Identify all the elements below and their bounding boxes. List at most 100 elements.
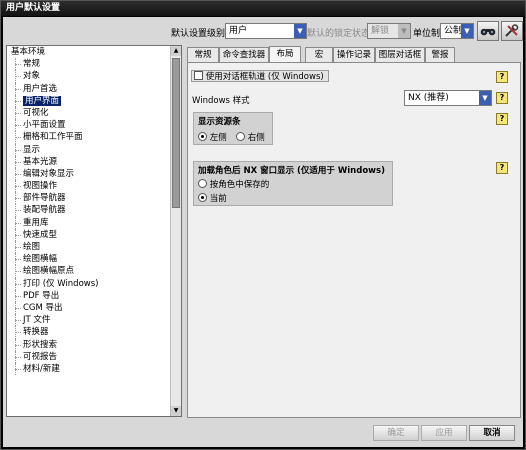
- role-saved-radio[interactable]: [198, 179, 207, 188]
- tree-item[interactable]: 基本光源: [7, 155, 171, 169]
- left-label: 左侧: [209, 133, 227, 143]
- tree-item-label: 打印 (仅 Windows): [23, 278, 99, 289]
- resource-bar-right-option[interactable]: 右侧: [236, 131, 265, 143]
- tree-item[interactable]: 用户首选: [7, 82, 171, 95]
- tree-item-label: 视图操作: [23, 181, 58, 192]
- windows-style-select[interactable]: NX (推荐) ▼: [404, 90, 492, 106]
- category-tree[interactable]: 基本环境 常规 对象 用户首选 用户界面 可视化小平面设置 栅格和工作平面 显示 基本光源 编辑对…: [6, 45, 182, 417]
- binoculars-icon: [480, 28, 496, 36]
- tree-scrollbar[interactable]: ▲ ▼: [170, 46, 181, 416]
- tree-item[interactable]: 绘图横幅原点: [7, 265, 171, 278]
- help-icon[interactable]: ?: [496, 71, 508, 83]
- dialog-track-option[interactable]: 使用对话框轨道 (仅 Windows): [191, 70, 329, 82]
- resource-bar-left-option[interactable]: 左侧: [198, 131, 227, 143]
- cancel-button[interactable]: 取消: [469, 425, 515, 441]
- tree-item-label: 编辑对象显示: [23, 168, 75, 179]
- find-button[interactable]: [477, 21, 499, 41]
- help-icon[interactable]: ?: [496, 162, 508, 174]
- unit-label: 单位制: [413, 29, 441, 39]
- tab-layout[interactable]: 布局: [269, 46, 301, 63]
- tree-item-label: JT 文件: [23, 315, 51, 326]
- tree-item[interactable]: 材料/新建: [7, 362, 171, 376]
- tab-macro[interactable]: 宏: [305, 47, 333, 62]
- role-saved-label: 按角色中保存的: [209, 180, 270, 190]
- tree-item[interactable]: 可视化: [7, 106, 171, 120]
- tree-item-label: 用户首选: [23, 83, 58, 94]
- current-radio[interactable]: [198, 193, 207, 202]
- tree-item[interactable]: 常规: [7, 58, 171, 71]
- tree-item-label: 栅格和工作平面: [23, 132, 83, 143]
- tree-item-label: 用户界面: [23, 95, 62, 106]
- tree-item[interactable]: 打印 (仅 Windows): [7, 277, 171, 290]
- tab-command-finder[interactable]: 命令查找器: [219, 47, 269, 62]
- tab-general[interactable]: 常规: [187, 47, 219, 62]
- tree-item-label: 基本环境: [11, 47, 46, 57]
- tree-item-label: 装配导航器: [23, 205, 66, 216]
- apply-button[interactable]: 应用: [421, 425, 467, 441]
- help-icon[interactable]: ?: [496, 92, 508, 104]
- scroll-up-icon[interactable]: ▲: [171, 46, 181, 56]
- tree-item[interactable]: 编辑对象显示: [7, 167, 171, 181]
- help-icon[interactable]: ?: [496, 113, 508, 125]
- chevron-down-icon[interactable]: ▼: [294, 24, 306, 38]
- tree-item[interactable]: 装配导航器: [7, 204, 171, 217]
- resource-bar-title: 显示资源条: [198, 117, 241, 127]
- scroll-down-icon[interactable]: ▼: [171, 406, 181, 416]
- tree-item[interactable]: PDF 导出: [7, 289, 171, 303]
- level-value: 用户: [229, 26, 248, 36]
- tree-item[interactable]: 快速成型: [7, 228, 171, 242]
- tree-item-label: 绘图横幅: [23, 254, 58, 265]
- tree-item[interactable]: 栅格和工作平面: [7, 131, 171, 144]
- tree-item-label: 部件导航器: [23, 193, 66, 204]
- lock-select: 解锁 ▼: [367, 23, 411, 39]
- dialog-window: 用户默认设置 默认设置级别 用户 ▼ 默认的锁定状态 解锁 ▼ 单位制 公制 ▼: [0, 0, 526, 450]
- chevron-down-icon[interactable]: ▼: [479, 91, 491, 105]
- level-select[interactable]: 用户 ▼: [225, 23, 307, 39]
- role-saved-option[interactable]: 按角色中保存的: [198, 178, 269, 190]
- tree-item[interactable]: 对象: [7, 70, 171, 83]
- tree-item[interactable]: 重用库: [7, 216, 171, 230]
- tree-item[interactable]: 视图操作: [7, 180, 171, 193]
- tree-item-label: 重用库: [23, 217, 49, 228]
- tab-journal[interactable]: 操作记录: [333, 47, 375, 62]
- chevron-down-icon: ▼: [398, 24, 410, 38]
- tree-item[interactable]: 可视报告: [7, 350, 171, 364]
- current-label: 当前: [209, 194, 227, 204]
- tree-item[interactable]: 显示: [7, 143, 171, 156]
- layout-panel: 使用对话框轨道 (仅 Windows) ? Windows 样式 NX (推荐)…: [187, 62, 521, 418]
- unit-value: 公制: [444, 26, 463, 36]
- window-title: 用户默认设置: [1, 1, 525, 16]
- ok-button[interactable]: 确定: [373, 425, 419, 441]
- right-radio[interactable]: [236, 132, 245, 141]
- tree-item[interactable]: 绘图横幅: [7, 253, 171, 266]
- tree-item-label: 绘图横幅原点: [23, 266, 75, 277]
- tree-item[interactable]: 小平面设置: [7, 119, 171, 132]
- tree-item-label: 材料/新建: [23, 363, 60, 374]
- tree-item-label: 显示: [23, 144, 41, 155]
- dialog-track-checkbox[interactable]: [194, 71, 203, 80]
- tree-item-label: 绘图: [23, 242, 41, 252]
- tree-item[interactable]: 形状搜索: [7, 338, 171, 351]
- tab-alerts[interactable]: 警报: [425, 47, 455, 62]
- manage-button[interactable]: [501, 21, 523, 41]
- tree-item[interactable]: 转换器: [7, 326, 171, 339]
- left-radio[interactable]: [198, 132, 207, 141]
- tab-layer-dialog[interactable]: 图层对话框: [375, 47, 425, 62]
- scroll-thumb[interactable]: [172, 58, 180, 208]
- tree-item-label: 小平面设置: [23, 120, 66, 131]
- lock-label: 默认的锁定状态: [307, 29, 371, 39]
- tree-item[interactable]: CGM 导出: [7, 301, 171, 315]
- unit-select[interactable]: 公制 ▼: [440, 23, 474, 39]
- tree-item[interactable]: 部件导航器: [7, 192, 171, 205]
- chevron-down-icon[interactable]: ▼: [461, 24, 473, 38]
- current-option[interactable]: 当前: [198, 192, 227, 204]
- tree-item[interactable]: JT 文件: [7, 314, 171, 327]
- windows-style-label: Windows 样式: [192, 96, 250, 106]
- right-label: 右侧: [247, 133, 265, 143]
- tree-root-item[interactable]: 基本环境: [7, 46, 171, 58]
- tree-item-label: 可视化: [23, 107, 49, 118]
- tree-item[interactable]: 绘图: [7, 241, 171, 254]
- tree-item-label: CGM 导出: [23, 302, 63, 313]
- tree-item-label: 转换器: [23, 327, 49, 338]
- tree-item[interactable]: 用户界面: [7, 94, 171, 108]
